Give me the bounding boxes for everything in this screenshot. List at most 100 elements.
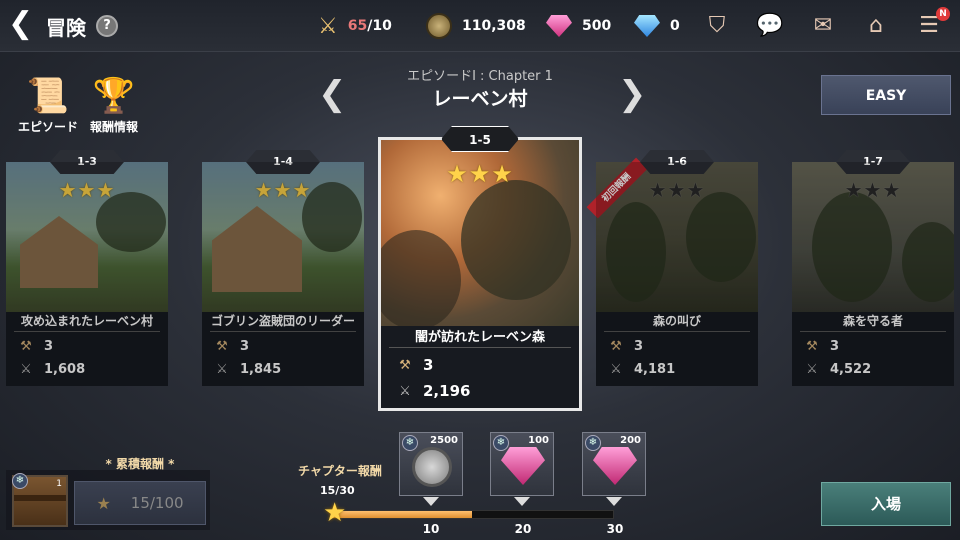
gold-coin-icon [426,13,452,39]
stage-number: 1-3 [50,150,124,174]
progress-tick: 20 [514,522,532,536]
notification-badge: N [936,7,950,21]
crossed-swords-icon: ⚔ [20,362,32,377]
home-icon[interactable]: ⌂ [861,11,891,41]
stage-stars: ★★★ [446,160,514,188]
reward-pointer [423,497,439,506]
stamina-icon: ⚒ [20,339,32,354]
pink-gem-display[interactable]: 500 [546,0,611,52]
reward-pointer [606,497,622,506]
chapter-progress-fill [331,511,472,518]
episode-book-icon: 📜 [26,76,70,116]
stage-stars: ★★★ [254,178,312,202]
help-icon[interactable]: ? [96,15,118,37]
reward-amount: 200 [620,435,641,446]
stage-number: 1-6 [640,150,714,174]
blue-gem-display[interactable]: 0 [634,0,680,52]
stage-power: ⚔ 1,845 [214,362,281,377]
pink-gem-amount: 500 [582,18,612,34]
stamina-icon: ⚒ [806,339,818,354]
chapter-reward-label: チャプター報酬 [298,464,382,478]
stamina-icon: ⚒ [216,339,228,354]
cumulative-progress-button[interactable]: ★ 15/100 [74,481,206,525]
stage-power: ⚔ 4,522 [804,362,871,377]
stage-cost: ⚒ 3 [608,339,643,354]
trophy-icon: 🏆 [92,76,136,116]
stage-stars: ★★★ [844,178,902,202]
progress-tick: 10 [422,522,440,536]
reward-amount: 2500 [430,435,458,446]
stage-card-1-4[interactable]: 1-4 ★★★ ゴブリン盗賊団のリーダー ⚒ 3 ⚔ 1,845 [202,150,364,386]
stamina-current: 65 [347,18,368,34]
pink-gem-icon [593,447,637,485]
snowflake-icon: ❄ [12,473,28,489]
pink-gem-icon [546,15,572,37]
stage-cost: ⚒ 3 [804,339,839,354]
difficulty-button[interactable]: EASY [821,75,951,115]
top-bar: ❮ 冒険 ? ⚔ 65 /10 110,308 500 0 ⛉ 💬 ✉ ⌂ ☰ … [0,0,960,52]
chapter-title: レーベン村 [432,88,528,110]
gold-amount: 110,308 [462,18,526,34]
stage-name: ゴブリン盗賊団のリーダー [210,314,355,328]
star-icon: ★ [96,493,111,513]
progress-tick: 30 [606,522,624,536]
progress-star-icon: ★ [323,498,347,528]
stage-number: 1-5 [441,126,519,152]
menu-icon[interactable]: ☰ N [914,7,950,41]
chapter-reward-coin[interactable]: 2500 ❄ [399,432,463,496]
reward-info-button[interactable]: 🏆 報酬情報 [84,74,144,135]
stage-power: ⚔ 2,196 [397,382,470,400]
chapter-reward-gem-1[interactable]: 100 ❄ [490,432,554,496]
chest-count: 1 [56,479,62,489]
silver-coin-icon [412,447,452,487]
snowflake-icon: ❄ [493,435,509,451]
stage-card-1-7[interactable]: 1-7 ★★★ 森を守る者 ⚒ 3 ⚔ 4,522 [792,150,954,386]
snowflake-icon: ❄ [402,435,418,451]
stamina-icon: ⚒ [399,357,411,373]
episode-label: エピソード [17,120,78,134]
enter-button[interactable]: 入場 [821,482,951,526]
stamina-max: /10 [367,18,392,34]
crossed-swords-icon: ⚔ [610,362,622,377]
stage-card-1-6[interactable]: 初回報酬 1-6 ★★★ 森の叫び ⚒ 3 ⚔ 4,181 [586,150,758,386]
snowflake-icon: ❄ [585,435,601,451]
chapter-progress-bar [330,510,614,519]
stage-stars: ★★★ [648,178,706,202]
stage-cost: ⚒ 3 [214,339,249,354]
cumulative-reward-label: * 累積報酬 * [105,457,175,471]
mail-icon[interactable]: ✉ [808,11,838,41]
episode-button[interactable]: 📜 エピソード [12,74,84,135]
reward-info-label: 報酬情報 [89,120,138,134]
stage-card-1-3[interactable]: 1-3 ★★★ 攻め込まれたレーベン村 ⚒ 3 ⚔ 1,608 [6,150,168,386]
stage-power: ⚔ 1,608 [18,362,85,377]
reward-pointer [514,497,530,506]
page-title: 冒険 [46,16,86,40]
stamina-icon: ⚔ [318,13,338,39]
pink-gem-icon [501,447,545,485]
stage-power: ⚔ 4,181 [608,362,675,377]
chapter-reward-gem-2[interactable]: 200 ❄ [582,432,646,496]
gold-display[interactable]: 110,308 [426,0,526,52]
stage-name: 森の叫び [652,314,701,328]
stage-number: 1-7 [836,150,910,174]
chat-icon[interactable]: 💬 [755,11,785,41]
crossed-swords-icon: ⚔ [399,383,411,399]
crossed-swords-icon: ⚔ [216,362,228,377]
stamina-display[interactable]: ⚔ 65 /10 [318,0,392,52]
stage-cost: ⚒ 3 [18,339,53,354]
stage-cost: ⚒ 3 [397,356,433,374]
stage-name: 森を守る者 [842,314,903,328]
cumulative-progress-text: 15/100 [130,494,184,512]
blue-gem-amount: 0 [670,18,680,34]
stage-card-1-5-selected[interactable]: 1-5 ★★★ 闇が訪れたレーベン森 ⚒ 3 ⚔ 2,196 [378,126,582,411]
back-arrow-icon[interactable]: ❮ [8,9,34,40]
stamina-icon: ⚒ [610,339,622,354]
blue-gem-icon [634,15,660,37]
next-chapter-arrow-icon[interactable]: ❯ [618,76,647,112]
stage-name: 攻め込まれたレーベン村 [20,314,153,328]
guild-shield-icon[interactable]: ⛉ [702,11,732,41]
crossed-swords-icon: ⚔ [806,362,818,377]
stage-stars: ★★★ [58,178,116,202]
chapter-subtitle: エピソードI : Chapter 1 [407,69,553,84]
reward-amount: 100 [528,435,549,446]
